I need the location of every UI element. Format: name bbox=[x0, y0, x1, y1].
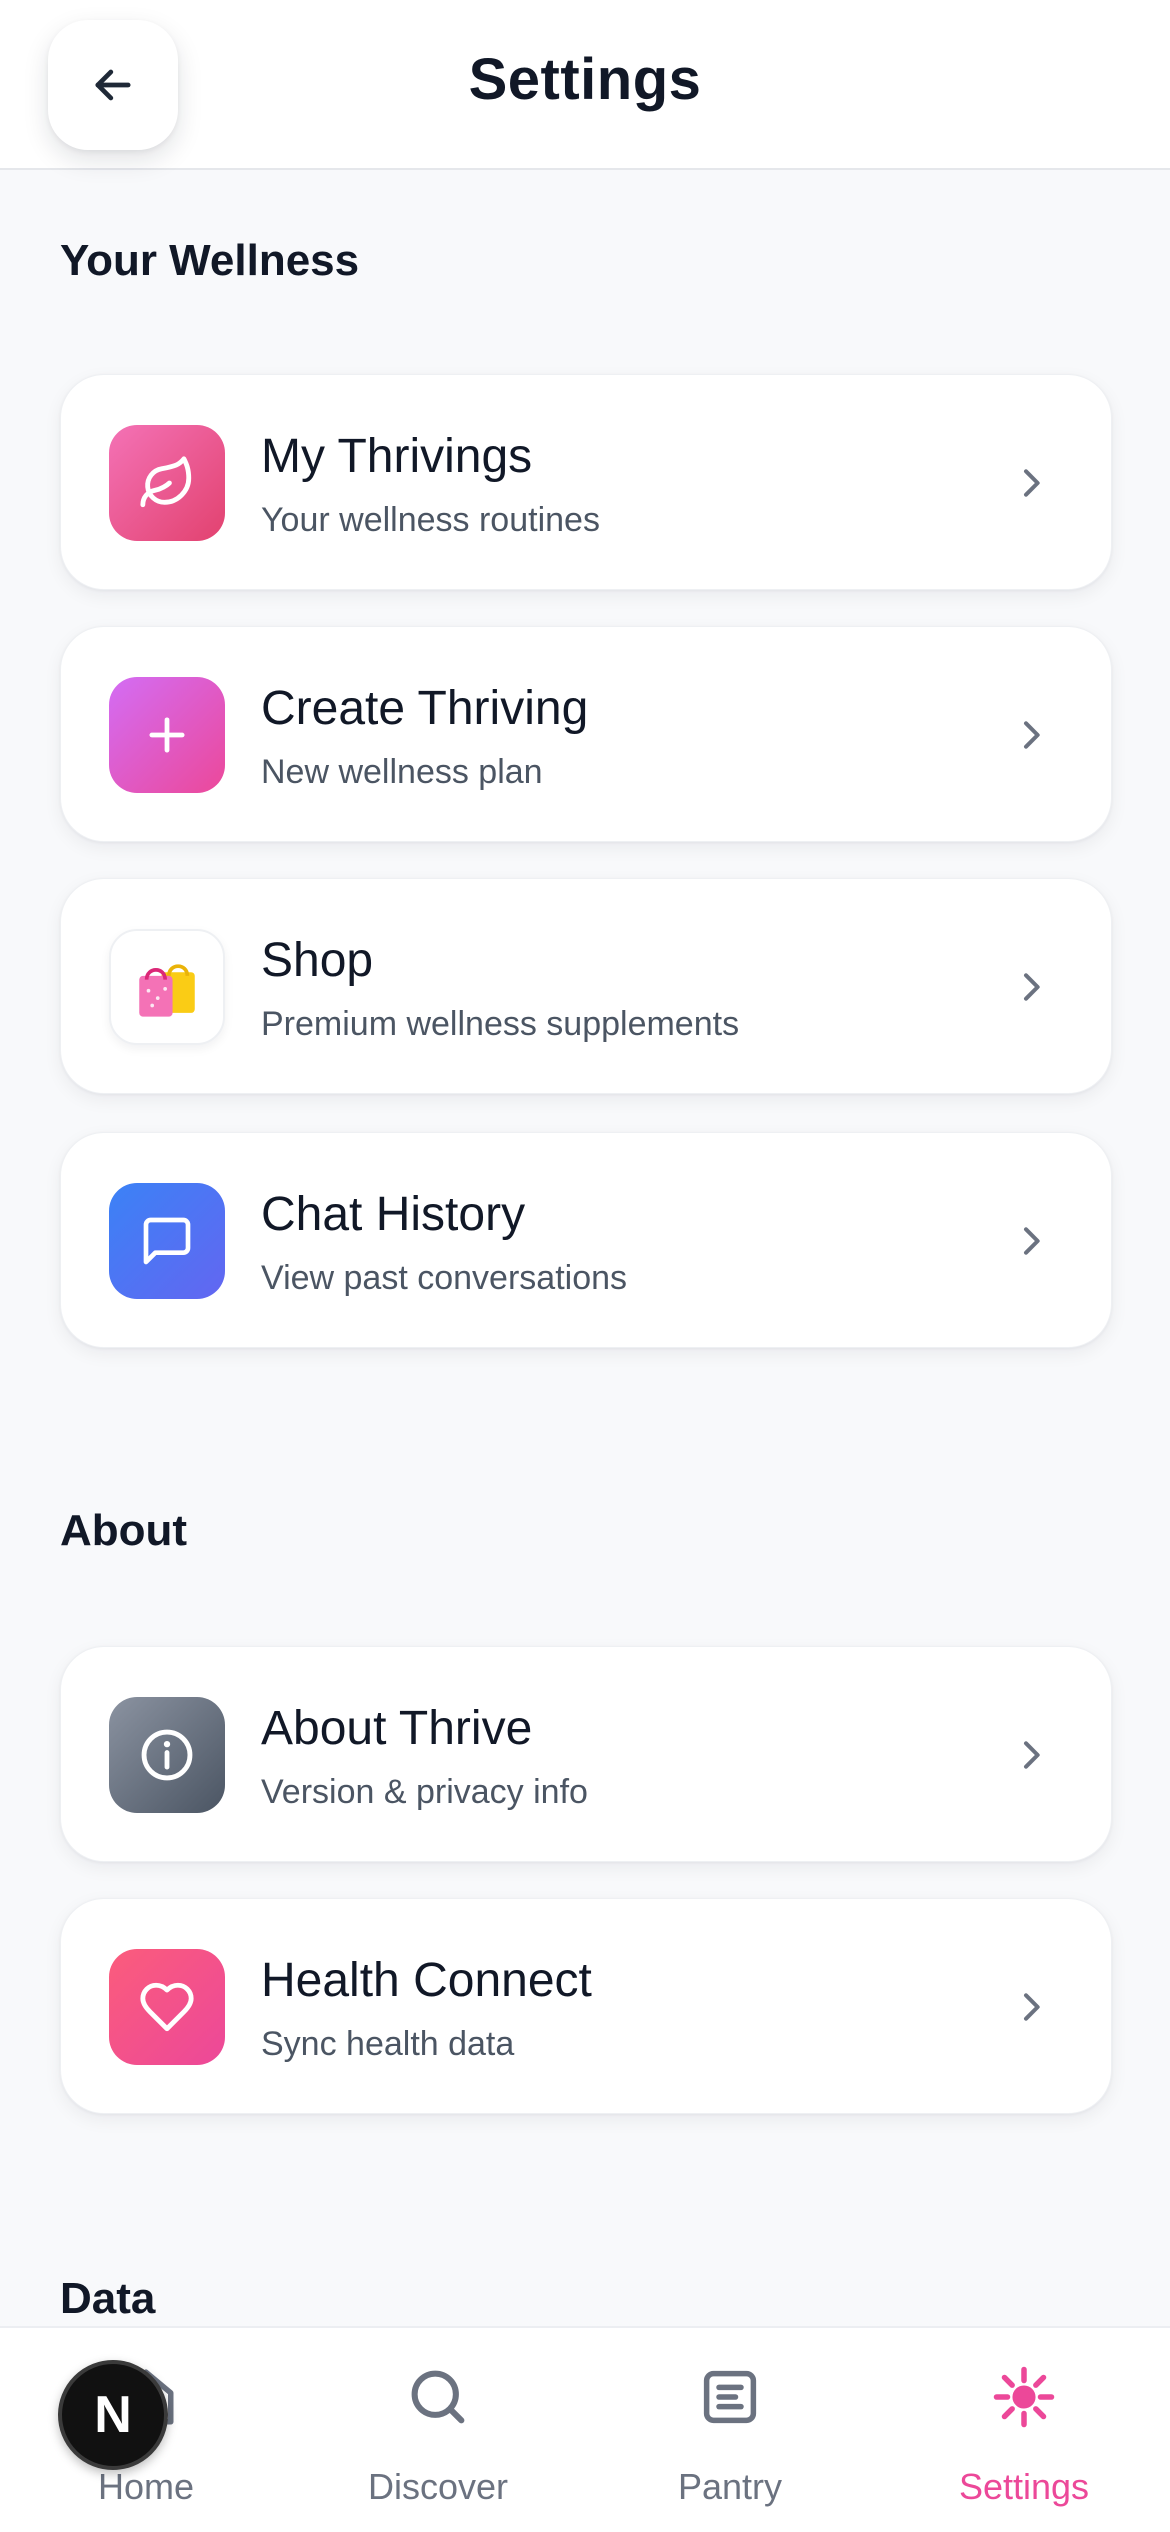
nav-item-pantry[interactable]: Pantry bbox=[584, 2328, 876, 2532]
chevron-right-icon bbox=[1007, 1217, 1055, 1265]
menu-item-subtitle: New wellness plan bbox=[261, 753, 543, 791]
menu-item-subtitle: Your wellness routines bbox=[261, 501, 600, 539]
nav-label: Settings bbox=[958, 2466, 1090, 2507]
chevron-right-icon bbox=[1007, 963, 1055, 1011]
chevron-right-icon bbox=[1007, 1983, 1055, 2031]
menu-item-create-thriving[interactable]: Create Thriving New wellness plan bbox=[60, 626, 1112, 842]
menu-item-about-thrive[interactable]: About Thrive Version & privacy info bbox=[60, 1646, 1112, 1862]
settings-screen: Settings Your Wellness My Thrivings Your… bbox=[0, 0, 1170, 2532]
menu-item-subtitle: View past conversations bbox=[261, 1259, 628, 1297]
menu-item-subtitle: Version & privacy info bbox=[261, 1773, 588, 1811]
menu-item-title: My Thrivings bbox=[261, 430, 533, 483]
nextjs-dev-badge[interactable]: N bbox=[58, 2360, 168, 2470]
menu-item-chat-history[interactable]: Chat History View past conversations bbox=[60, 1132, 1112, 1348]
section-title-wellness: Your Wellness bbox=[60, 236, 360, 285]
nav-label: Home bbox=[97, 2466, 195, 2507]
nav-item-settings[interactable]: Settings bbox=[878, 2328, 1170, 2532]
shopping-bags-icon bbox=[109, 929, 225, 1045]
settings-sparkle-icon bbox=[878, 2364, 1170, 2430]
menu-item-shop[interactable]: Shop Premium wellness supplements bbox=[60, 878, 1112, 1094]
chevron-right-icon bbox=[1007, 1731, 1055, 1779]
section-title-data: Data bbox=[60, 2274, 156, 2323]
chevron-right-icon bbox=[1007, 711, 1055, 759]
heart-icon bbox=[109, 1949, 225, 2065]
menu-item-title: Health Connect bbox=[261, 1954, 592, 2007]
app-header: Settings bbox=[0, 0, 1170, 170]
chevron-right-icon bbox=[1007, 459, 1055, 507]
pantry-icon bbox=[584, 2364, 876, 2430]
menu-item-title: Chat History bbox=[261, 1188, 526, 1241]
menu-item-subtitle: Premium wellness supplements bbox=[261, 1005, 740, 1043]
plus-icon bbox=[109, 677, 225, 793]
menu-item-subtitle: Sync health data bbox=[261, 2025, 515, 2063]
chat-bubble-icon bbox=[109, 1183, 225, 1299]
page-title: Settings bbox=[468, 47, 702, 112]
info-icon bbox=[109, 1697, 225, 1813]
search-icon bbox=[292, 2364, 584, 2430]
menu-item-title: Create Thriving bbox=[261, 682, 589, 735]
nav-label: Pantry bbox=[677, 2466, 783, 2507]
badge-letter: N bbox=[94, 2386, 132, 2444]
menu-item-title: About Thrive bbox=[261, 1702, 533, 1755]
nav-label: Discover bbox=[367, 2466, 509, 2507]
menu-item-title: Shop bbox=[261, 934, 374, 987]
menu-item-health-connect[interactable]: Health Connect Sync health data bbox=[60, 1898, 1112, 2114]
section-title-about: About bbox=[60, 1506, 188, 1555]
leaf-icon bbox=[109, 425, 225, 541]
bottom-navigation: Home Discover Pantry Settings bbox=[0, 2326, 1170, 2532]
nav-item-discover[interactable]: Discover bbox=[292, 2328, 584, 2532]
menu-item-my-thrivings[interactable]: My Thrivings Your wellness routines bbox=[60, 374, 1112, 590]
